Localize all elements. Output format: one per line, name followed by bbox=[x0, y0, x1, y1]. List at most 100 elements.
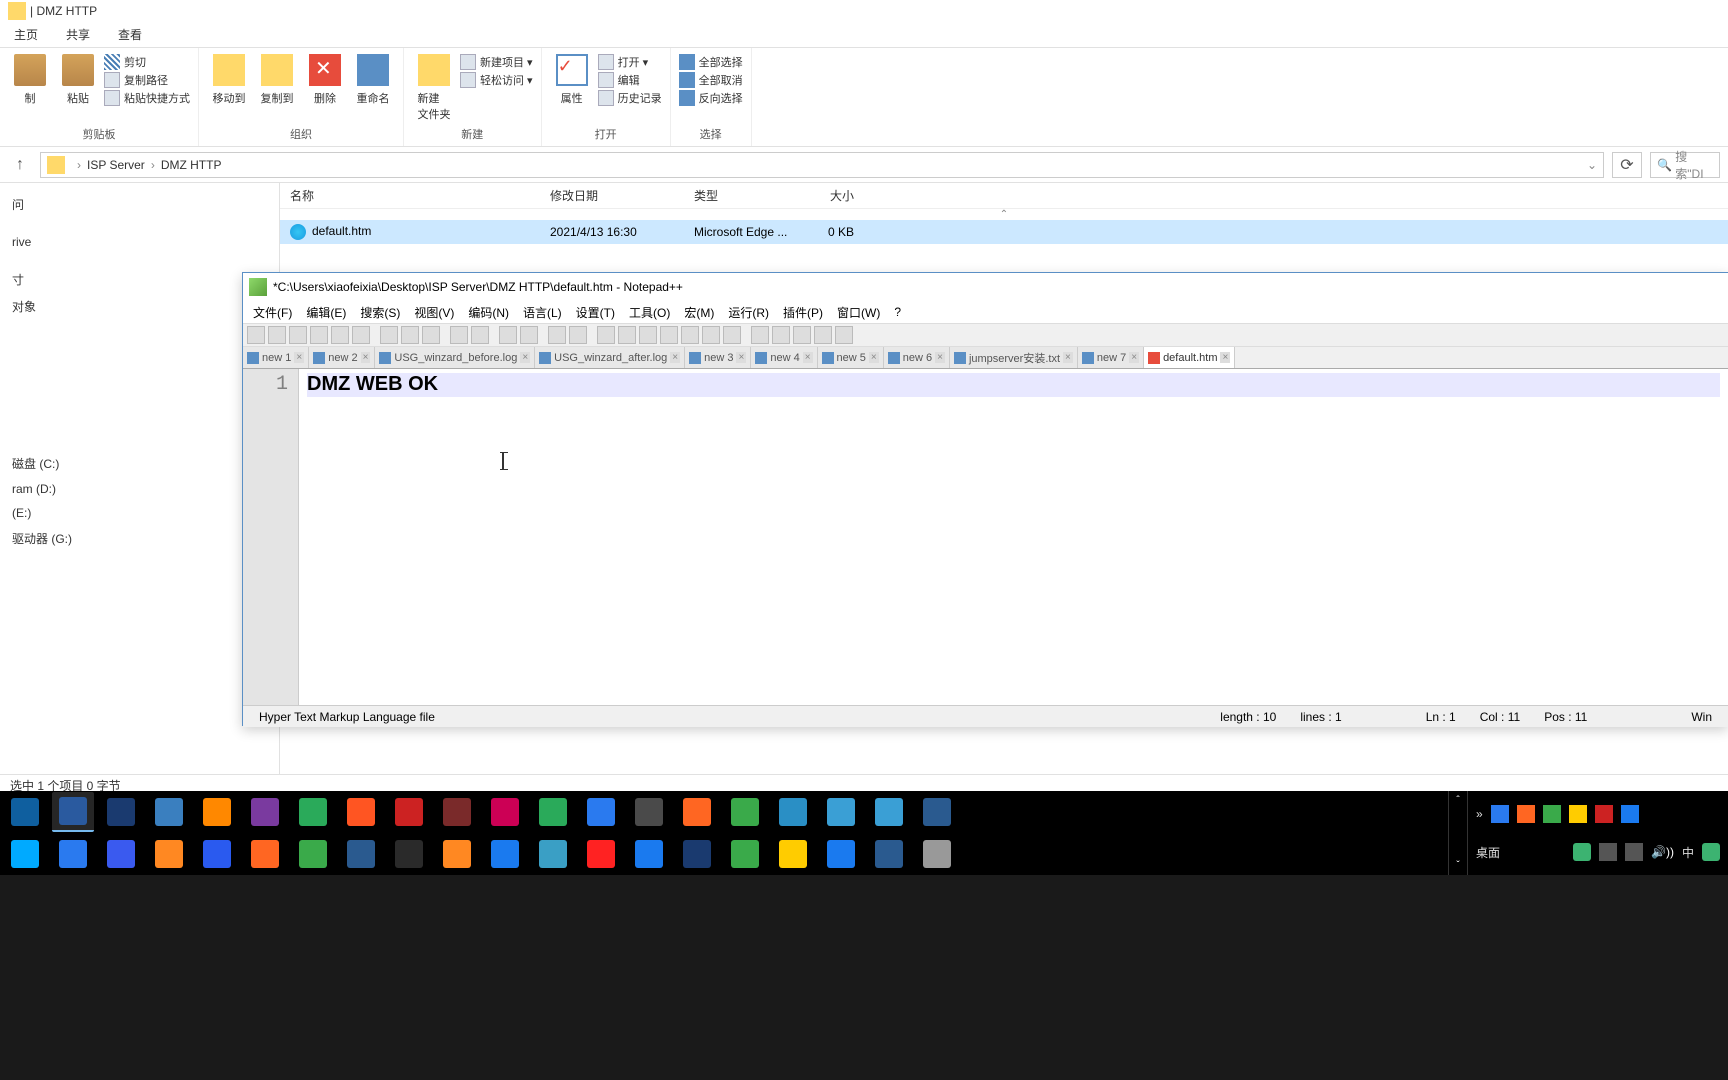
taskbar-app[interactable] bbox=[244, 792, 286, 832]
close-tab-icon[interactable]: × bbox=[1063, 352, 1073, 363]
copy-button[interactable]: 制 bbox=[8, 50, 52, 106]
select-none-button[interactable]: 全部取消 bbox=[679, 72, 743, 88]
npp-title-bar[interactable]: *C:\Users\xiaofeixia\Desktop\ISP Server\… bbox=[243, 273, 1728, 301]
menu-plugins[interactable]: 插件(P) bbox=[777, 302, 829, 323]
tool-play-icon[interactable] bbox=[793, 326, 811, 344]
tray-app-icon[interactable] bbox=[1491, 805, 1509, 823]
taskbar-app[interactable] bbox=[340, 792, 382, 832]
close-tab-icon[interactable]: × bbox=[670, 352, 680, 363]
crumb-isp[interactable]: ISP Server bbox=[87, 158, 145, 172]
sidebar-item-drive-e[interactable]: (E:) bbox=[0, 501, 279, 525]
menu-encoding[interactable]: 编码(N) bbox=[462, 302, 515, 323]
tool-undo-icon[interactable] bbox=[450, 326, 468, 344]
col-size[interactable]: 大小 bbox=[804, 183, 864, 208]
sidebar-item[interactable]: 寸 bbox=[0, 266, 279, 293]
menu-window[interactable]: 窗口(W) bbox=[831, 302, 886, 323]
taskbar-app[interactable] bbox=[52, 792, 94, 832]
tray-overflow-icon[interactable]: » bbox=[1476, 807, 1483, 821]
taskbar-app[interactable] bbox=[916, 792, 958, 832]
close-tab-icon[interactable]: × bbox=[294, 352, 304, 363]
tool-record-icon[interactable] bbox=[751, 326, 769, 344]
menu-help[interactable]: ? bbox=[888, 303, 907, 321]
invert-selection-button[interactable]: 反向选择 bbox=[679, 90, 743, 106]
npp-tab[interactable]: new 6× bbox=[884, 347, 950, 368]
tool-savemacro-icon[interactable] bbox=[835, 326, 853, 344]
cut-button[interactable]: 剪切 bbox=[104, 54, 190, 70]
taskbar-app[interactable] bbox=[148, 834, 190, 874]
taskbar-app[interactable] bbox=[244, 834, 286, 874]
editor-textarea[interactable]: DMZ WEB OK bbox=[299, 369, 1728, 705]
tool-saveall-icon[interactable] bbox=[310, 326, 328, 344]
taskbar-app[interactable] bbox=[772, 792, 814, 832]
new-item-button[interactable]: 新建项目 ▾ bbox=[460, 54, 533, 70]
taskbar-app[interactable] bbox=[532, 834, 574, 874]
sidebar-item-drive-g[interactable]: 驱动器 (G:) bbox=[0, 525, 279, 552]
taskbar-app[interactable] bbox=[52, 834, 94, 874]
tool-redo-icon[interactable] bbox=[471, 326, 489, 344]
tray-s-icon[interactable] bbox=[1573, 843, 1591, 861]
npp-tab[interactable]: new 4× bbox=[751, 347, 817, 368]
tool-sync-icon[interactable] bbox=[597, 326, 615, 344]
copy-path-button[interactable]: 复制路径 bbox=[104, 72, 190, 88]
taskbar-app[interactable] bbox=[868, 792, 910, 832]
npp-tab[interactable]: new 1× bbox=[243, 347, 309, 368]
taskbar-app[interactable] bbox=[292, 792, 334, 832]
edit-button[interactable]: 编辑 bbox=[598, 72, 662, 88]
ime-indicator[interactable]: 中 bbox=[1682, 844, 1694, 861]
sidebar-item-drive-c[interactable]: 磁盘 (C:) bbox=[0, 450, 279, 477]
taskbar-app[interactable] bbox=[484, 834, 526, 874]
close-tab-icon[interactable]: × bbox=[520, 352, 530, 363]
tool-close-icon[interactable] bbox=[331, 326, 349, 344]
taskbar-app[interactable] bbox=[436, 792, 478, 832]
tray-s-icon[interactable] bbox=[1702, 843, 1720, 861]
paste-button[interactable]: 粘贴 bbox=[56, 50, 100, 106]
tool-zoomin-icon[interactable] bbox=[548, 326, 566, 344]
taskbar-app[interactable] bbox=[532, 792, 574, 832]
tray-app-icon[interactable] bbox=[1599, 843, 1617, 861]
taskbar-app[interactable] bbox=[340, 834, 382, 874]
easy-access-button[interactable]: 轻松访问 ▾ bbox=[460, 72, 533, 88]
tool-open-icon[interactable] bbox=[268, 326, 286, 344]
taskbar-app[interactable] bbox=[292, 834, 334, 874]
npp-tab[interactable]: jumpserver安装.txt× bbox=[950, 347, 1078, 368]
close-tab-icon[interactable]: × bbox=[736, 352, 746, 363]
taskbar-app[interactable] bbox=[772, 834, 814, 874]
npp-tab[interactable]: new 7× bbox=[1078, 347, 1144, 368]
sidebar-item[interactable]: 对象 bbox=[0, 293, 279, 320]
up-button[interactable]: ↑ bbox=[8, 153, 32, 177]
npp-tab[interactable]: default.htm× bbox=[1144, 347, 1235, 368]
col-type[interactable]: 类型 bbox=[684, 183, 804, 208]
properties-button[interactable]: 属性 bbox=[550, 50, 594, 106]
taskbar-app[interactable] bbox=[148, 792, 190, 832]
taskbar-app[interactable] bbox=[100, 834, 142, 874]
rename-button[interactable]: 重命名 bbox=[351, 50, 395, 106]
taskbar-app[interactable] bbox=[916, 834, 958, 874]
col-name[interactable]: 名称 bbox=[280, 183, 540, 208]
desktop-label[interactable]: 桌面 bbox=[1476, 844, 1500, 861]
file-row-default-htm[interactable]: default.htm 2021/4/13 16:30 Microsoft Ed… bbox=[280, 220, 1728, 244]
tab-share[interactable]: 共享 bbox=[52, 22, 104, 47]
tool-func-icon[interactable] bbox=[681, 326, 699, 344]
taskbar-app[interactable] bbox=[820, 834, 862, 874]
new-folder-button[interactable]: 新建 文件夹 bbox=[412, 50, 456, 122]
tool-indent-icon[interactable] bbox=[660, 326, 678, 344]
close-tab-icon[interactable]: × bbox=[1129, 352, 1139, 363]
close-tab-icon[interactable]: × bbox=[1220, 352, 1230, 363]
taskbar-app[interactable] bbox=[724, 792, 766, 832]
tool-folder-icon[interactable] bbox=[702, 326, 720, 344]
npp-tab[interactable]: new 2× bbox=[309, 347, 375, 368]
taskbar-app[interactable] bbox=[4, 834, 46, 874]
taskbar-app[interactable] bbox=[196, 792, 238, 832]
breadcrumb-path[interactable]: › ISP Server › DMZ HTTP ⌄ bbox=[40, 152, 1604, 178]
select-all-button[interactable]: 全部选择 bbox=[679, 54, 743, 70]
crumb-dmz[interactable]: DMZ HTTP bbox=[161, 158, 222, 172]
tool-wrap-icon[interactable] bbox=[618, 326, 636, 344]
sidebar-item[interactable]: 问 bbox=[0, 191, 279, 218]
tray-app-icon[interactable] bbox=[1625, 843, 1643, 861]
menu-run[interactable]: 运行(R) bbox=[722, 302, 775, 323]
taskbar-app[interactable] bbox=[820, 792, 862, 832]
paste-shortcut-button[interactable]: 粘贴快捷方式 bbox=[104, 90, 190, 106]
close-tab-icon[interactable]: × bbox=[361, 352, 371, 363]
menu-macro[interactable]: 宏(M) bbox=[678, 302, 720, 323]
tool-copy-icon[interactable] bbox=[401, 326, 419, 344]
